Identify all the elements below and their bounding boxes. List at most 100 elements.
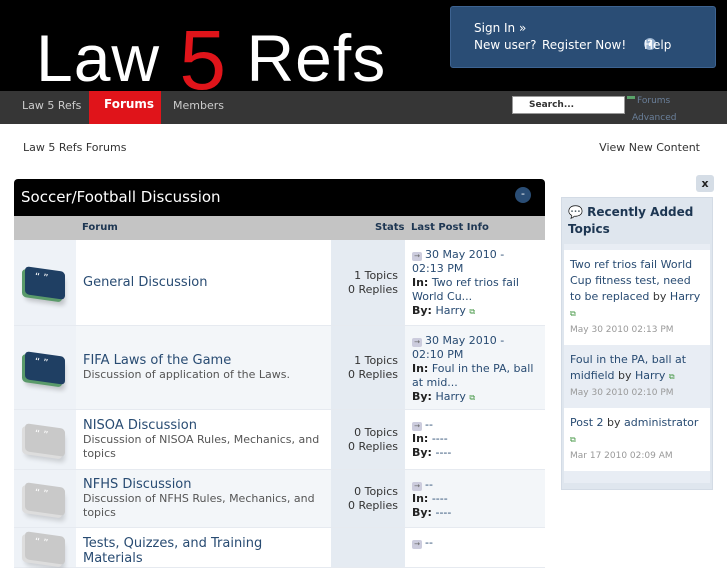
last-post-date[interactable]: -- <box>425 418 433 431</box>
go-to-last-post-icon[interactable]: → <box>412 252 422 261</box>
last-post-topic[interactable]: Two ref trios fail World Cu... <box>412 276 519 303</box>
search-scope-marker <box>627 96 635 99</box>
in-label: In: <box>412 276 429 289</box>
in-label: In: <box>412 492 429 505</box>
category-header: Soccer/Football Discussion - <box>14 179 545 216</box>
go-to-last-post-icon[interactable]: → <box>412 338 422 347</box>
profile-card-icon[interactable]: ⧉ <box>669 372 675 381</box>
last-post-topic: ---- <box>431 432 448 445</box>
forum-row: “ ” Tests, Quizzes, and Training Material… <box>14 528 545 568</box>
profile-card-icon[interactable]: ⧉ <box>469 393 475 402</box>
profile-card-icon[interactable]: ⧉ <box>570 309 576 318</box>
topic-count: 1 Topics <box>354 268 398 282</box>
forum-category: Soccer/Football Discussion - Forum Stats… <box>14 179 545 568</box>
sidebar-title: Recently Added Topics <box>568 205 694 236</box>
header: Law 5 Refs Sign In » New user? Register … <box>0 0 727 107</box>
forum-stats <box>331 528 405 567</box>
forum-row: “ ” NISOA Discussion Discussion of NISOA R… <box>14 410 545 470</box>
last-post-date[interactable]: -- <box>425 536 433 549</box>
recent-topic-author[interactable]: administrator <box>624 416 698 429</box>
forum-stats: 1 Topics 0 Replies <box>331 326 405 409</box>
last-post-info: → -- In: ---- By: ---- <box>405 410 545 469</box>
profile-card-icon[interactable]: ⧉ <box>570 435 576 444</box>
go-to-last-post-icon[interactable]: → <box>412 422 422 431</box>
nav-bar: Law 5 Refs Forums Members Search... Foru… <box>0 91 727 124</box>
reply-count: 0 Replies <box>347 282 398 296</box>
sidebar-header: 💬 Recently Added Topics <box>562 198 712 244</box>
by-label: by <box>652 290 667 303</box>
new-user-label: New user? <box>474 38 537 52</box>
sign-in-link[interactable]: Sign In » <box>474 21 526 35</box>
help-label: Help <box>644 38 672 52</box>
nav-forums[interactable]: Forums <box>89 91 161 124</box>
by-label: By: <box>412 446 432 459</box>
go-to-last-post-icon[interactable]: → <box>412 482 422 491</box>
sidebar-close-button[interactable]: x <box>696 175 714 192</box>
col-stats: Stats <box>375 222 405 233</box>
logo-law: Law <box>36 21 161 95</box>
last-post-topic[interactable]: Foul in the PA, ball at mid... <box>412 362 533 389</box>
column-headers: Forum Stats Last Post Info <box>14 216 545 240</box>
by-label: By: <box>412 506 432 519</box>
last-post-info: → -- <box>405 528 545 567</box>
by-label: By: <box>412 304 432 317</box>
forum-stats: 0 Topics 0 Replies <box>331 410 405 469</box>
collapse-button[interactable]: - <box>515 187 531 203</box>
search-scope[interactable]: Forums <box>637 96 670 106</box>
forum-new-posts-icon: “ ” <box>25 265 65 300</box>
last-post-date[interactable]: 30 May 2010 - 02:10 PM <box>412 334 504 361</box>
forum-description: Discussion of NFHS Rules, Mechanics, and… <box>83 492 315 519</box>
by-label: By: <box>412 390 432 403</box>
last-post-author: ---- <box>435 446 452 459</box>
search-input[interactable]: Search... <box>512 96 625 114</box>
forum-link[interactable]: Tests, Quizzes, and Training Materials <box>83 536 324 566</box>
last-post-author[interactable]: Harry <box>435 390 465 403</box>
nav-home[interactable]: Law 5 Refs <box>22 91 81 124</box>
in-label: In: <box>412 362 429 375</box>
recent-topic-author[interactable]: Harry <box>670 290 700 303</box>
forum-no-new-posts-icon: “ ” <box>25 481 65 516</box>
forum-new-posts-icon: “ ” <box>25 350 65 385</box>
forum-status-cell: “ ” <box>14 528 76 567</box>
nav-members[interactable]: Members <box>173 91 224 124</box>
col-forum: Forum <box>82 222 118 233</box>
forum-link[interactable]: FIFA Laws of the Game <box>83 353 324 368</box>
recent-topic-link[interactable]: Post 2 <box>570 416 604 429</box>
forum-status-cell: “ ” <box>14 470 76 527</box>
last-post-info: → 30 May 2010 - 02:13 PM In: Two ref trios… <box>405 240 545 325</box>
forum-stats: 0 Topics 0 Replies <box>331 470 405 527</box>
forum-no-new-posts-icon: “ ” <box>25 422 65 457</box>
recent-topic-date: May 30 2010 02:13 PM <box>570 325 674 335</box>
forum-no-new-posts-icon: “ ” <box>25 530 65 565</box>
user-box: Sign In » New user? Register Now! ? Help <box>450 6 716 68</box>
forum-link[interactable]: General Discussion <box>83 275 324 290</box>
last-post-topic: ---- <box>431 492 448 505</box>
profile-card-icon[interactable]: ⧉ <box>469 307 475 316</box>
logo[interactable]: Law 5 Refs <box>36 4 387 107</box>
forum-status-cell: “ ” <box>14 410 76 469</box>
logo-refs: Refs <box>246 21 387 95</box>
forum-link[interactable]: NFHS Discussion <box>83 477 324 492</box>
forum-status-cell: “ ” <box>14 326 76 409</box>
forum-row: “ ” NFHS Discussion Discussion of NFHS Rul… <box>14 470 545 528</box>
last-post-date[interactable]: -- <box>425 478 433 491</box>
breadcrumb[interactable]: Law 5 Refs Forums <box>23 141 126 154</box>
last-post-date[interactable]: 30 May 2010 - 02:13 PM <box>412 248 504 275</box>
last-post-author[interactable]: Harry <box>435 304 465 317</box>
by-label: by <box>618 369 632 382</box>
recent-topic-date: May 30 2010 02:10 PM <box>570 388 674 398</box>
new-topics-icon: 💬 <box>568 205 583 219</box>
reply-count: 0 Replies <box>347 498 398 512</box>
advanced-search-link[interactable]: Advanced <box>632 113 676 123</box>
register-link[interactable]: Register Now! <box>542 38 626 52</box>
view-new-content-link[interactable]: View New Content <box>599 141 700 154</box>
category-title: Soccer/Football Discussion <box>21 188 221 206</box>
recent-topic-item: Two ref trios fail World Cup fitness tes… <box>564 250 710 345</box>
forum-link[interactable]: NISOA Discussion <box>83 418 324 433</box>
forum-description: Discussion of NISOA Rules, Mechanics, an… <box>83 433 320 460</box>
recent-topic-item: Foul in the PA, ball at midfield by Harr… <box>564 345 710 408</box>
recent-topic-author[interactable]: Harry <box>635 369 665 382</box>
recent-topic-date: Mar 17 2010 02:09 AM <box>570 451 673 461</box>
forum-status-cell: “ ” <box>14 240 76 325</box>
forum-stats: 1 Topics 0 Replies <box>331 240 405 325</box>
